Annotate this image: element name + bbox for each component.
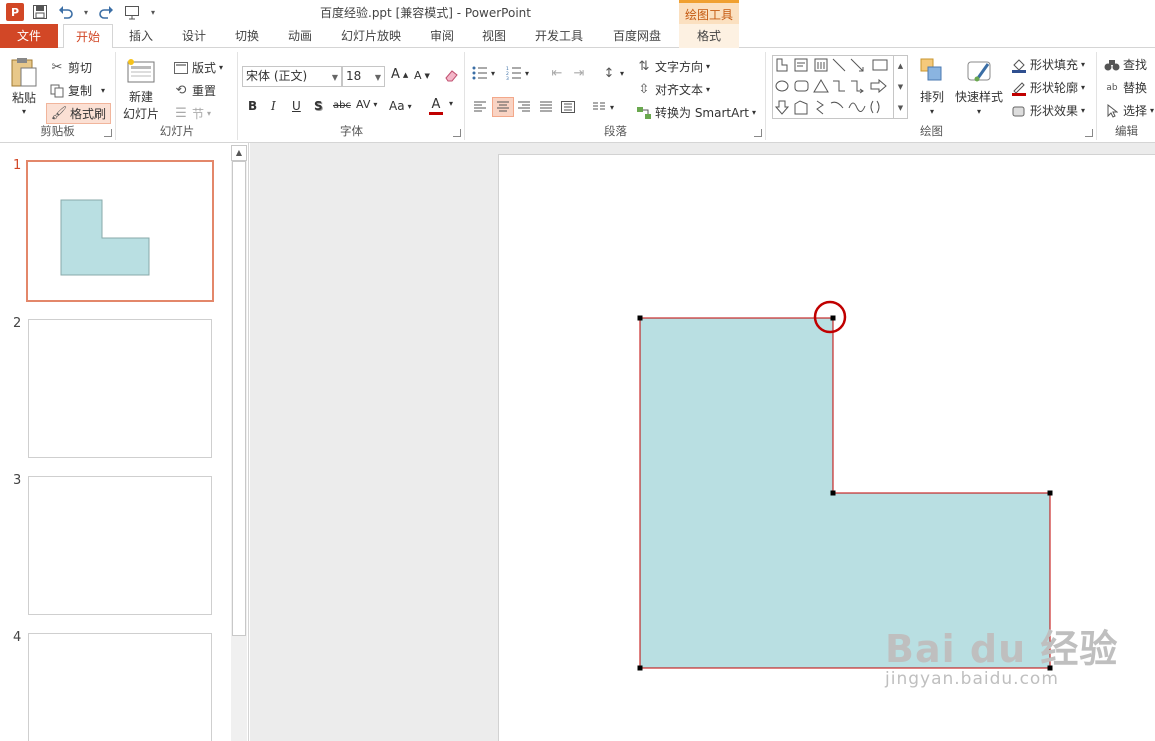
watermark-brand: Bai du 经验 <box>885 627 1119 671</box>
vertex-handle[interactable] <box>1047 490 1053 496</box>
vertex-handle[interactable] <box>830 490 836 496</box>
powerpoint-window: P ▾ ▾ 百度经验.ppt [兼容模式] - PowerPoint 绘图工具 … <box>0 0 1155 741</box>
vertex-handle[interactable] <box>637 665 643 671</box>
vertex-handle[interactable] <box>637 315 643 321</box>
baidu-jingyan-watermark: Bai du 经验 jingyan.baidu.com <box>885 618 1118 689</box>
vertex-handle[interactable] <box>830 315 836 321</box>
l-shape[interactable] <box>639 317 1051 669</box>
